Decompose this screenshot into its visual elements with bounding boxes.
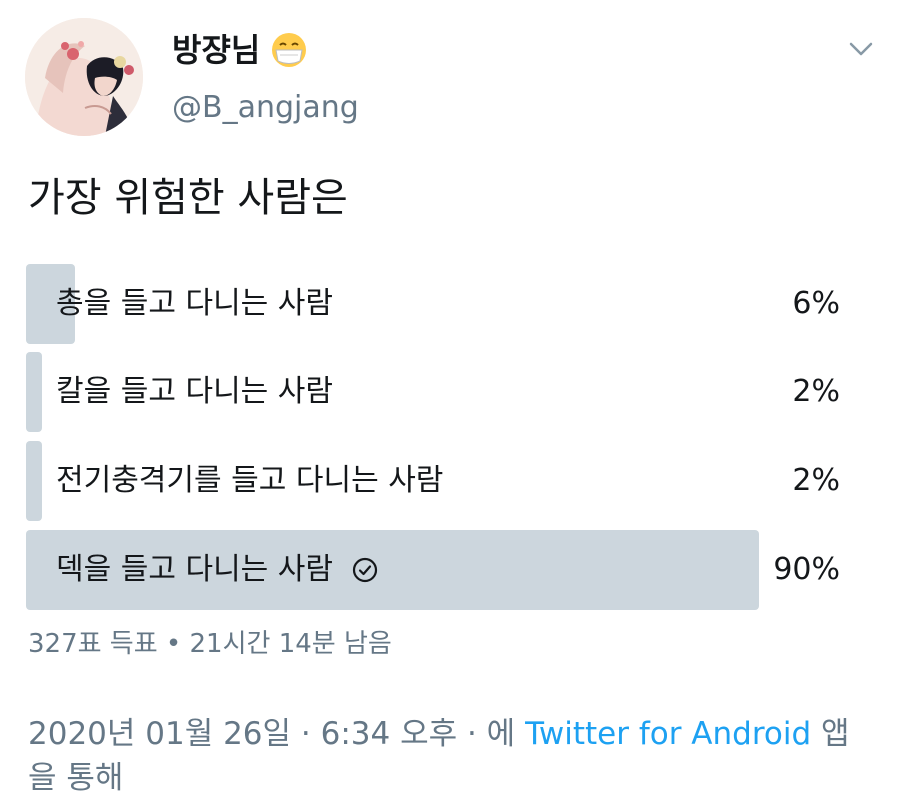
poll-option-label: 칼을 들고 다니는 사람 xyxy=(56,374,334,409)
poll-option-label: 전기충격기를 들고 다니는 사람 xyxy=(56,463,444,498)
poll-meta: 327표 득표 • 21시간 14분 남음 xyxy=(28,629,392,659)
poll-option-bar xyxy=(26,441,43,521)
poll-option-label: 덱을 들고 다니는 사람 xyxy=(56,552,334,587)
poll-option[interactable]: 전기충격기를 들고 다니는 사람 2% xyxy=(26,441,840,521)
poll-option-label: 총을 들고 다니는 사람 xyxy=(56,286,334,321)
check-circle-icon xyxy=(352,557,378,583)
tweet-text: 가장 위험한 사람은 xyxy=(28,175,348,221)
poll-option-winner[interactable]: 덱을 들고 다니는 사람 90% xyxy=(26,530,840,610)
timestamp-text[interactable]: 2020년 01월 26일 · 6:34 오후 · 에 xyxy=(28,716,525,752)
avatar[interactable] xyxy=(25,18,143,136)
chevron-down-icon[interactable] xyxy=(846,36,876,62)
author-display-name-row[interactable]: 방쟝님 xyxy=(172,28,308,72)
poll-option-percent: 90% xyxy=(773,552,840,587)
poll-option[interactable]: 칼을 들고 다니는 사람 2% xyxy=(26,352,840,432)
poll-option-bar xyxy=(26,352,43,432)
poll-option-percent: 2% xyxy=(792,374,840,409)
poll-option-percent: 6% xyxy=(792,286,840,321)
author-username[interactable]: @B_angjang xyxy=(172,86,359,130)
avatar-illustration xyxy=(25,18,143,136)
poll-option-percent: 2% xyxy=(792,463,840,498)
author-display-name[interactable]: 방쟝님 xyxy=(172,28,260,72)
tweet-timestamp: 2020년 01월 26일 · 6:34 오후 · 에 Twitter for … xyxy=(28,712,858,800)
mask-face-emoji-icon xyxy=(272,33,307,67)
poll-option[interactable]: 총을 들고 다니는 사람 6% xyxy=(26,264,840,344)
source-link[interactable]: Twitter for Android xyxy=(525,716,811,752)
